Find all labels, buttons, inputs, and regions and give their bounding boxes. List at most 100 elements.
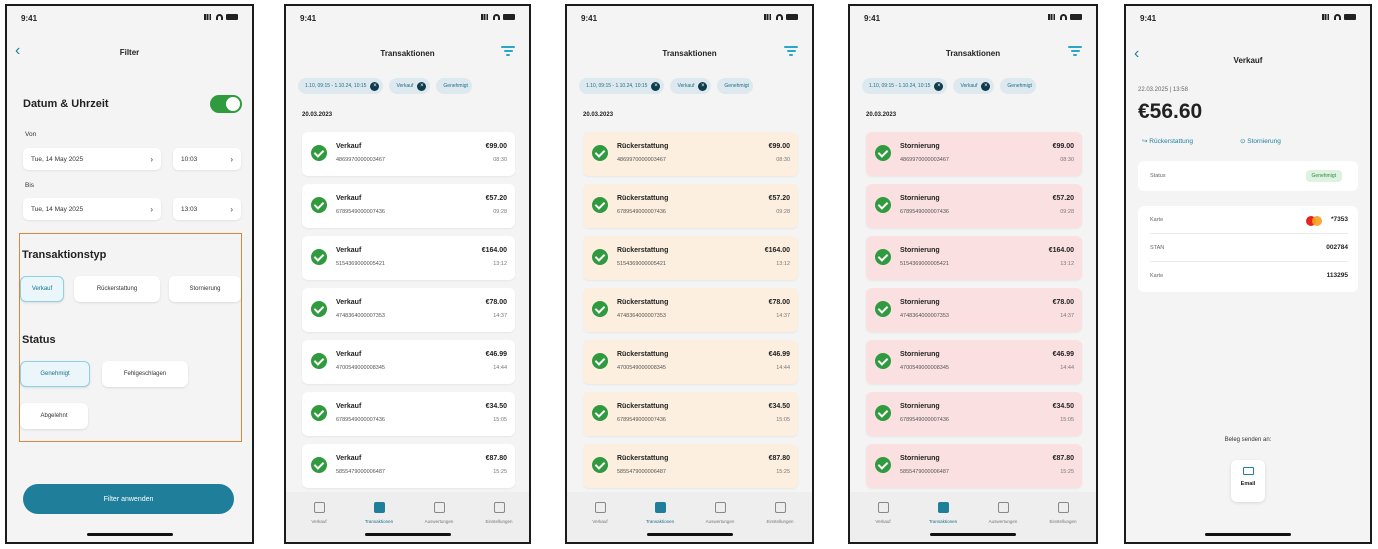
filter-pill[interactable]: Genehmigt xyxy=(1000,78,1036,94)
transaction-row[interactable]: Stornierung 4700549000008345 €46.99 14:44 xyxy=(866,340,1082,384)
transaction-row[interactable]: Stornierung 6789549000007436 €57.20 09:28 xyxy=(866,184,1082,228)
filter-icon[interactable] xyxy=(1068,46,1082,56)
remove-filter-icon[interactable]: × xyxy=(698,81,708,91)
remove-filter-icon[interactable]: × xyxy=(651,81,661,91)
settings-gear-icon xyxy=(774,502,786,513)
tab-settings[interactable]: Einstellungen xyxy=(750,502,810,524)
transaction-row[interactable]: Verkauf 5855479000006487 €87.80 15:25 xyxy=(302,444,515,488)
remove-filter-icon[interactable]: × xyxy=(981,81,991,91)
remove-filter-icon[interactable]: × xyxy=(417,81,427,91)
transactions-screen-sale: 9:41 Transaktionen 1.10, 09:15 - 1.10.24, … xyxy=(284,4,531,544)
to-date-field[interactable]: Tue, 14 May 2025 › xyxy=(23,198,161,220)
remove-filter-icon[interactable]: × xyxy=(370,81,380,91)
filter-icon[interactable] xyxy=(784,46,798,56)
filter-pill[interactable]: 1.10, 09:15 - 1.10.24, 10:15 × xyxy=(298,78,384,94)
transaction-row[interactable]: Stornierung 5154369000005421 €164.00 13:12 xyxy=(866,236,1082,280)
card-number: 5154369000005421 xyxy=(900,261,949,267)
transaction-row[interactable]: Rückerstattung 6789549000007436 €57.20 09:2… xyxy=(583,184,798,228)
tab-label: Einstellungen xyxy=(766,519,794,524)
filter-icon[interactable] xyxy=(501,46,515,56)
card-number: 5154369000005421 xyxy=(617,261,666,267)
from-date-field[interactable]: Tue, 14 May 2025 › xyxy=(23,148,161,170)
type-chip-refund[interactable]: Rückerstattung xyxy=(74,276,160,302)
to-label: Bis xyxy=(25,182,35,189)
filter-pill[interactable]: 1.10, 09:15 - 1.10.24, 10:15 × xyxy=(862,78,948,94)
transaction-row[interactable]: Stornierung 4869970000003467 €99.00 08:30 xyxy=(866,132,1082,176)
transaction-type: Rückerstattung xyxy=(617,195,669,202)
transaction-row[interactable]: Rückerstattung 5855479000006487 €87.80 15:2… xyxy=(583,444,798,488)
transaction-row[interactable]: Verkauf 4748364000007353 €78.00 14:37 xyxy=(302,288,515,332)
transaction-row[interactable]: Rückerstattung 4869970000003467 €99.00 08:3… xyxy=(583,132,798,176)
tab-sale[interactable]: Verkauf xyxy=(853,502,913,524)
transaction-amount: €87.80 xyxy=(1052,455,1074,462)
tab-sale[interactable]: Verkauf xyxy=(289,502,349,524)
transaction-row[interactable]: Rückerstattung 4748364000007353 €78.00 14:3… xyxy=(583,288,798,332)
status-chip-approved[interactable]: Genehmigt xyxy=(20,361,90,387)
status-chip-failed[interactable]: Fehlgeschlagen xyxy=(102,361,188,387)
filter-pill[interactable]: 1.10, 09:15 - 1.10.24, 10:15 × xyxy=(579,78,665,94)
tab-reports[interactable]: Auswertungen xyxy=(409,502,469,524)
filter-pill[interactable]: Verkauf × xyxy=(953,78,995,94)
date-toggle[interactable] xyxy=(210,95,242,113)
transaction-row[interactable]: Verkauf 5154369000005421 €164.00 13:12 xyxy=(302,236,515,280)
filter-pill[interactable]: Genehmigt xyxy=(436,78,472,94)
tab-transactions[interactable]: Transaktionen xyxy=(630,502,690,524)
status-section-title: Status xyxy=(22,334,56,346)
transaction-type: Rückerstattung xyxy=(617,143,669,150)
filter-pill[interactable]: Verkauf × xyxy=(389,78,431,94)
tab-settings[interactable]: Einstellungen xyxy=(469,502,529,524)
battery-icon xyxy=(1070,14,1082,20)
transaction-row[interactable]: Stornierung 6789549000007436 €34.50 15:05 xyxy=(866,392,1082,436)
transaction-list: Verkauf 4869970000003467 €99.00 08:30 Verkau… xyxy=(302,132,515,496)
transaction-row[interactable]: Stornierung 4748364000007353 €78.00 14:37 xyxy=(866,288,1082,332)
cancel-link[interactable]: ⊙ Stornierung xyxy=(1240,137,1281,145)
tab-sale[interactable]: Verkauf xyxy=(570,502,630,524)
from-label: Von xyxy=(25,131,37,138)
remove-filter-icon[interactable]: × xyxy=(934,81,944,91)
transaction-time: 14:37 xyxy=(1060,313,1074,319)
refund-link[interactable]: ↪ Rückerstattung xyxy=(1142,137,1193,145)
transaction-row[interactable]: Verkauf 6789549000007436 €34.50 15:05 xyxy=(302,392,515,436)
tab-transactions[interactable]: Transaktionen xyxy=(913,502,973,524)
transaction-datetime: 22.03.2025 | 13:58 xyxy=(1138,87,1188,93)
type-chip-cancel[interactable]: Stornierung xyxy=(169,276,241,302)
transaction-row[interactable]: Verkauf 4869970000003467 €99.00 08:30 xyxy=(302,132,515,176)
transaction-type: Stornierung xyxy=(900,247,940,254)
transaction-row[interactable]: Rückerstattung 6789549000007436 €34.50 15:0… xyxy=(583,392,798,436)
signal-icon xyxy=(1048,14,1057,20)
transaction-type: Stornierung xyxy=(900,195,940,202)
card-number: 5154369000005421 xyxy=(336,261,385,267)
transaction-row[interactable]: Rückerstattung 4700549000008345 €46.99 14:4… xyxy=(583,340,798,384)
email-label: Email xyxy=(1240,481,1256,487)
tab-label: Einstellungen xyxy=(1049,519,1077,524)
tab-reports[interactable]: Auswertungen xyxy=(690,502,750,524)
status-bar: 9:41 xyxy=(21,14,238,26)
transaction-time: 13:12 xyxy=(493,261,507,267)
to-time-field[interactable]: 13:03 › xyxy=(173,198,241,220)
tab-transactions[interactable]: Transaktionen xyxy=(349,502,409,524)
from-time-field[interactable]: 10:03 › xyxy=(173,148,241,170)
status-chip-declined[interactable]: Abgelehnt xyxy=(20,403,88,429)
transaction-amount: €99.00 xyxy=(1052,143,1074,150)
tab-settings[interactable]: Einstellungen xyxy=(1033,502,1093,524)
transaction-type: Stornierung xyxy=(900,455,940,462)
active-filter-pills: 1.10, 09:15 - 1.10.24, 10:15 × Verkauf × Gen… xyxy=(298,78,529,94)
type-chip-sale[interactable]: Verkauf xyxy=(20,276,64,302)
signal-icon xyxy=(204,14,213,20)
transaction-amount: €78.00 xyxy=(485,299,507,306)
transaction-row[interactable]: Rückerstattung 5154369000005421 €164.00 13:… xyxy=(583,236,798,280)
check-circle-icon xyxy=(592,197,608,213)
transaction-type: Rückerstattung xyxy=(617,351,669,358)
transaction-row[interactable]: Verkauf 6789549000007436 €57.20 09:28 xyxy=(302,184,515,228)
tab-reports[interactable]: Auswertungen xyxy=(973,502,1033,524)
filter-pill[interactable]: Genehmigt xyxy=(717,78,753,94)
transaction-row[interactable]: Verkauf 4700549000008345 €46.99 14:44 xyxy=(302,340,515,384)
transaction-amount: €46.99 xyxy=(485,351,507,358)
transaction-row[interactable]: Stornierung 5855479000006487 €87.80 15:25 xyxy=(866,444,1082,488)
email-receipt-button[interactable]: Email xyxy=(1231,460,1265,502)
tab-label: Auswertungen xyxy=(988,519,1018,524)
filter-pill[interactable]: Verkauf × xyxy=(670,78,712,94)
transaction-amount: €57.20 xyxy=(1052,195,1074,202)
home-indicator xyxy=(86,533,173,536)
apply-filter-button[interactable]: Filter anwenden xyxy=(23,484,234,514)
